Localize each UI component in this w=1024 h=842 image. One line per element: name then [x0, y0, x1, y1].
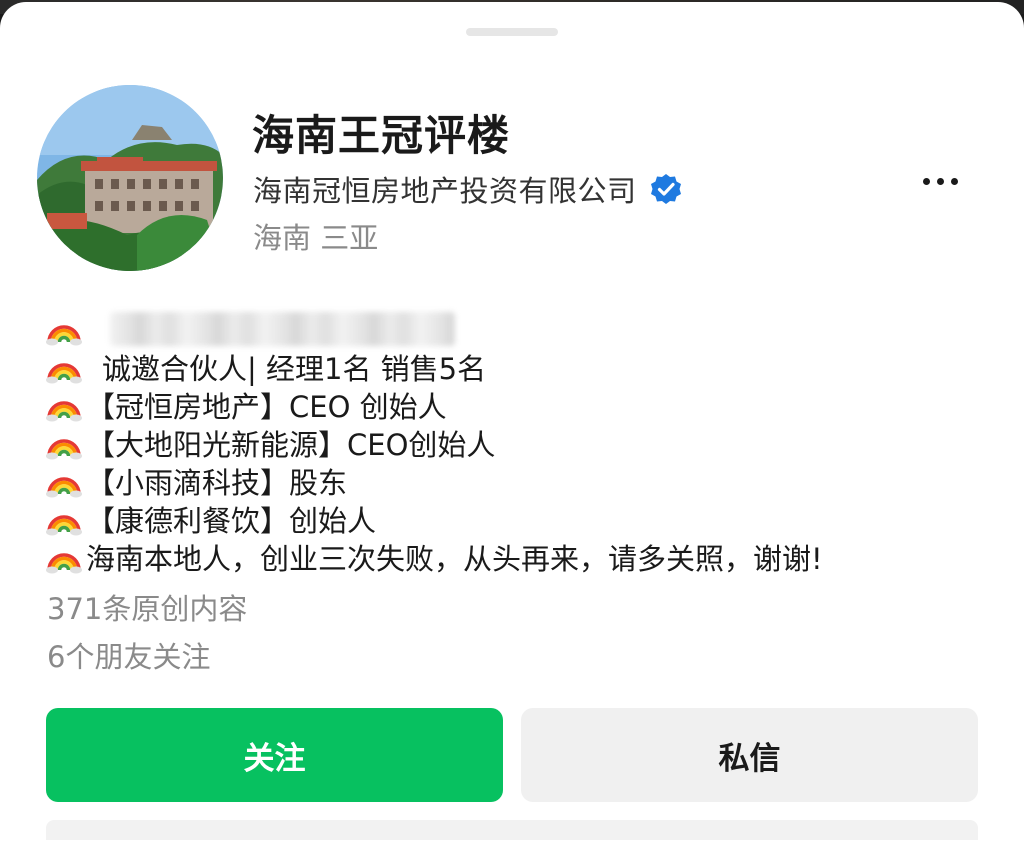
- bio-line-text: 【大地阳光新能源】CEO创始人: [86, 428, 496, 462]
- company-name: 海南冠恒房地产投资有限公司: [253, 174, 637, 208]
- location: 海南 三亚: [253, 221, 379, 255]
- more-dots-icon[interactable]: [910, 168, 970, 194]
- dot: [922, 177, 930, 185]
- bio-line-text: 【小雨滴科技】股东: [86, 466, 348, 500]
- verified-badge-icon[interactable]: [649, 172, 683, 206]
- sheet-grab-handle[interactable]: [466, 28, 558, 36]
- message-button[interactable]: 私信: [521, 708, 978, 802]
- avatar[interactable]: [37, 85, 223, 271]
- friends-following-count[interactable]: 6个朋友关注: [47, 634, 210, 676]
- profile-bio: 诚邀合伙人| 经理1名 销售5名 【冠恒房地产】CEO 创始人 【大地阳光新能源…: [46, 310, 1006, 576]
- rainbow-emoji-icon: [46, 515, 82, 536]
- bio-line-redacted: [46, 310, 1006, 348]
- profile-sheet: 海南王冠评楼 海南冠恒房地产投资有限公司 海南 三亚 诚邀合伙人| 经理1名 销…: [0, 2, 1024, 842]
- dot: [950, 177, 958, 185]
- rainbow-emoji-icon: [46, 401, 82, 422]
- profile-name: 海南王冠评楼: [252, 111, 511, 160]
- rainbow-emoji-icon: [46, 439, 82, 460]
- original-content-count[interactable]: 371条原创内容: [47, 586, 247, 628]
- rainbow-emoji-icon: [46, 325, 82, 346]
- rainbow-emoji-icon: [46, 553, 82, 574]
- rainbow-emoji-icon: [46, 477, 82, 498]
- bio-line: 【大地阳光新能源】CEO创始人: [46, 424, 1006, 462]
- next-section-edge: [46, 820, 978, 840]
- dot: [936, 177, 944, 185]
- bio-line: 【康德利餐饮】创始人: [46, 500, 1006, 538]
- company-row[interactable]: 海南冠恒房地产投资有限公司: [253, 170, 683, 208]
- redacted-text: [110, 312, 455, 346]
- bio-line-text: 诚邀合伙人| 经理1名 销售5名: [102, 352, 487, 386]
- bio-line-text: 【康德利餐饮】创始人: [86, 504, 377, 538]
- bio-line: 海南本地人，创业三次失败，从头再来，请多关照，谢谢!: [46, 538, 1006, 576]
- bio-line-text: 海南本地人，创业三次失败，从头再来，请多关照，谢谢!: [86, 542, 823, 576]
- bio-line: 【小雨滴科技】股东: [46, 462, 1006, 500]
- rainbow-emoji-icon: [46, 363, 82, 384]
- bio-line-text: 【冠恒房地产】CEO 创始人: [86, 390, 447, 424]
- bio-line: 【冠恒房地产】CEO 创始人: [46, 386, 1006, 424]
- follow-button[interactable]: 关注: [46, 708, 503, 802]
- bio-line: 诚邀合伙人| 经理1名 销售5名: [46, 348, 1006, 386]
